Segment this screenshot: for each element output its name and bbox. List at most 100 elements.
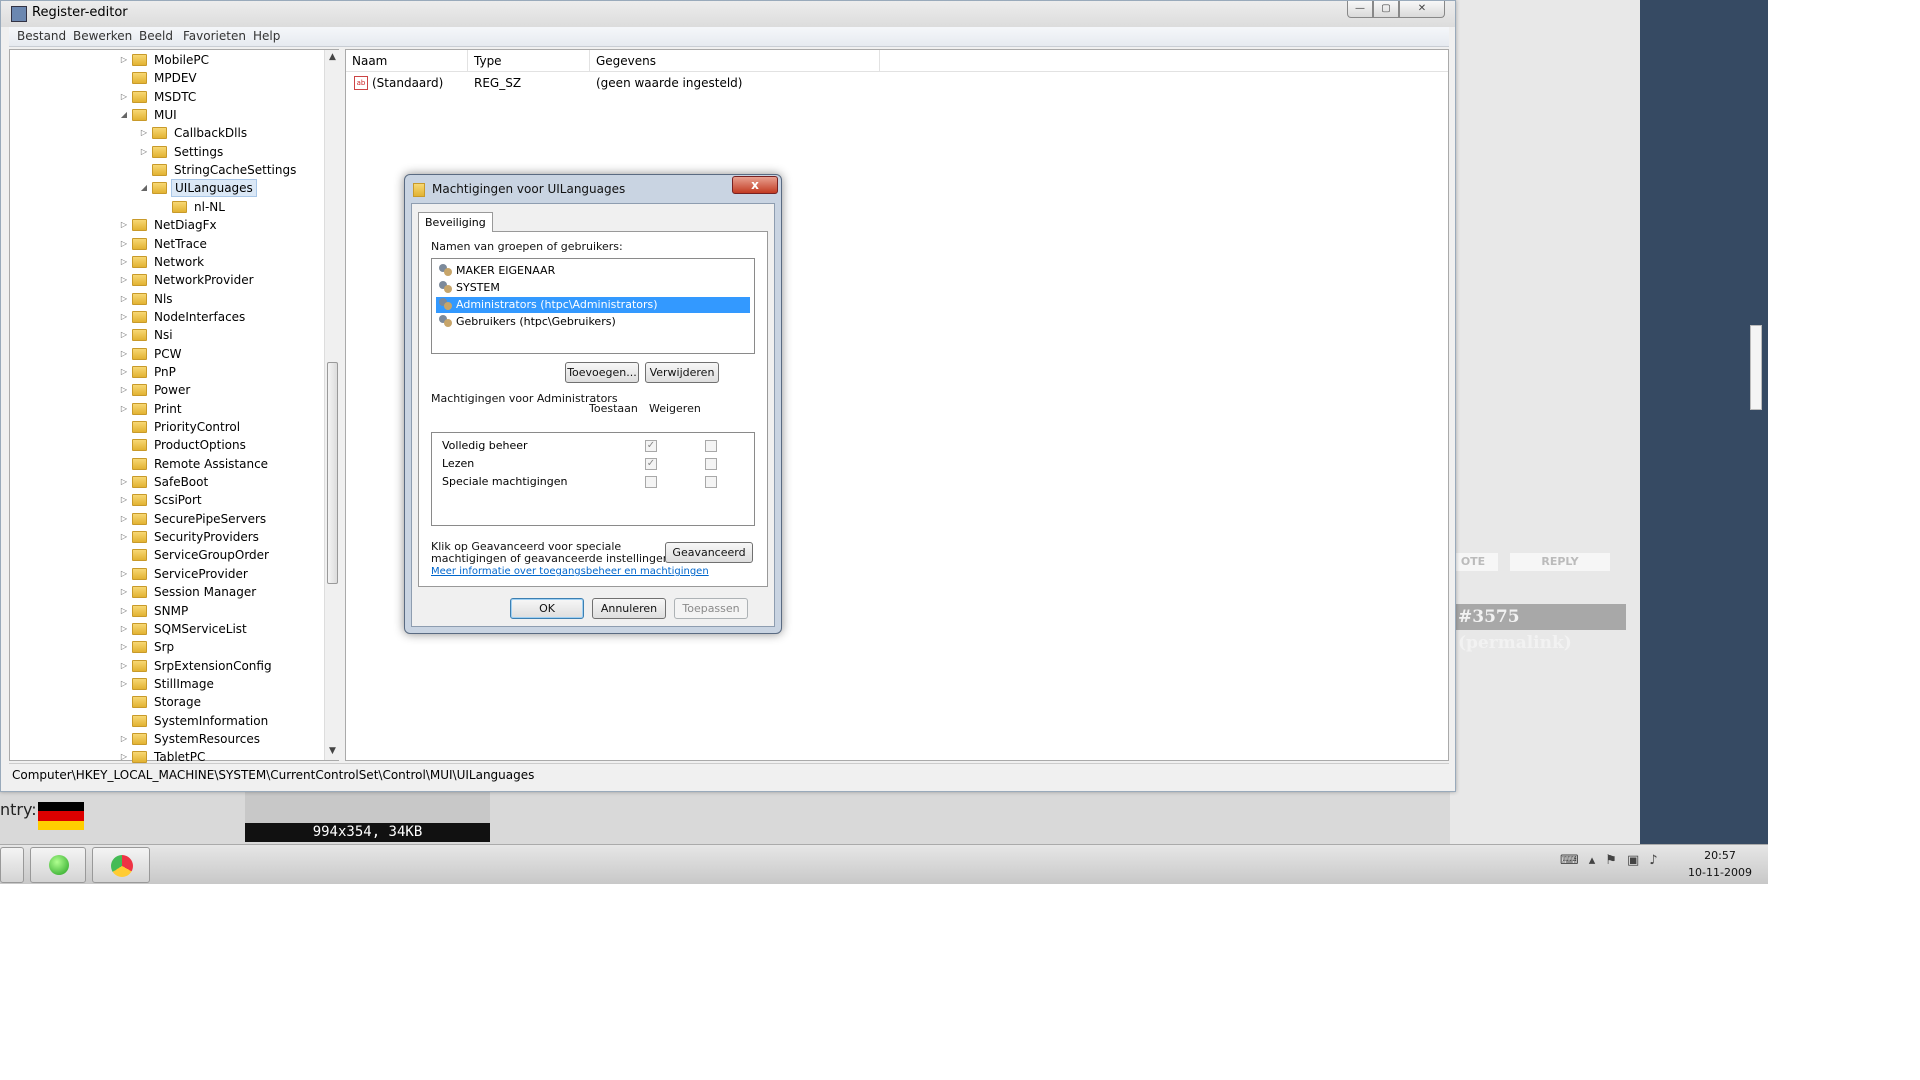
tree-node[interactable]: PriorityControl [118, 418, 243, 436]
tree-node[interactable]: ▷ SecurityProviders [118, 528, 262, 546]
scroll-down-icon[interactable]: ▼ [327, 746, 338, 756]
tree-node[interactable]: ▷ MSDTC [118, 88, 199, 106]
permission-allow-checkbox[interactable]: ✓ [645, 440, 657, 452]
tree-node[interactable]: StringCacheSettings [138, 161, 299, 179]
tree-node[interactable]: ServiceGroupOrder [118, 546, 272, 564]
tree-node[interactable]: ProductOptions [118, 436, 249, 454]
background-scrollbar[interactable] [1750, 325, 1762, 410]
volume-icon[interactable]: ♪ [1649, 853, 1667, 868]
explorer-taskbar-button[interactable] [0, 847, 24, 883]
tree-node[interactable]: SystemInformation [118, 712, 271, 730]
user-list-item[interactable]: MAKER EIGENAAR [436, 263, 750, 279]
collapse-arrow-icon[interactable]: ◢ [118, 106, 130, 124]
tree-node[interactable]: ▷ SrpExtensionConfig [118, 657, 275, 675]
permission-deny-checkbox[interactable] [705, 476, 717, 488]
tree-node[interactable]: Remote Assistance [118, 455, 271, 473]
tree-node[interactable]: ▷ NodeInterfaces [118, 308, 248, 326]
scroll-up-icon[interactable]: ▲ [327, 52, 338, 62]
close-button[interactable]: ✕ [1399, 1, 1445, 18]
tree-node[interactable]: ▷ Nsi [118, 326, 176, 344]
tree-node[interactable]: ▷ StillImage [118, 675, 217, 693]
cancel-button[interactable]: Annuleren [592, 598, 666, 619]
expand-arrow-icon[interactable]: ▷ [118, 510, 130, 528]
permalink-link[interactable]: #3575 (permalink) [1452, 604, 1626, 653]
tree-node[interactable]: ▷ PCW [118, 345, 184, 363]
tree-scrollbar[interactable]: ▲ ▼ [324, 50, 339, 760]
apply-button[interactable]: Toepassen [674, 598, 748, 619]
tree-node[interactable]: ▷ MobilePC [118, 51, 212, 69]
expand-arrow-icon[interactable]: ▷ [118, 326, 130, 344]
reply-button[interactable]: REPLY [1510, 553, 1610, 571]
column-header-data[interactable]: Gegevens [590, 50, 880, 72]
expand-arrow-icon[interactable]: ▷ [118, 51, 130, 69]
tree-node[interactable]: ▷ Settings [138, 143, 226, 161]
expand-arrow-icon[interactable]: ▷ [118, 271, 130, 289]
taskbar-clock[interactable]: 20:57 10-11-2009 [1680, 847, 1760, 881]
tree-node[interactable]: ▷ SecurePipeServers [118, 510, 269, 528]
expand-arrow-icon[interactable]: ▷ [118, 675, 130, 693]
tree-node[interactable]: MPDEV [118, 69, 200, 87]
tree-node[interactable]: ▷ Network [118, 253, 207, 271]
registry-key-tree[interactable]: ▷ MobilePC MPDEV ▷ MSDTC ◢ MUI ▷ CallbackDlls ▷ Se… [9, 49, 339, 764]
expand-arrow-icon[interactable]: ▷ [118, 602, 130, 620]
tree-node[interactable]: ▷ Print [118, 400, 185, 418]
tree-node[interactable]: ◢ MUI [118, 106, 180, 124]
tray-expand-icon[interactable]: ▴ [1589, 853, 1606, 868]
expand-arrow-icon[interactable]: ▷ [118, 253, 130, 271]
user-list-item[interactable]: Gebruikers (htpc\Gebruikers) [436, 314, 750, 330]
expand-arrow-icon[interactable]: ▷ [118, 638, 130, 656]
column-header-name[interactable]: Naam [346, 50, 468, 72]
menu-beeld[interactable]: Beeld [139, 29, 173, 43]
tree-node[interactable]: nl-NL [158, 198, 228, 216]
expand-arrow-icon[interactable]: ▷ [118, 345, 130, 363]
expand-arrow-icon[interactable]: ▷ [118, 308, 130, 326]
taskbar-app-button[interactable] [30, 847, 86, 883]
permission-allow-checkbox[interactable]: ✓ [645, 458, 657, 470]
expand-arrow-icon[interactable]: ▷ [118, 216, 130, 234]
column-header-type[interactable]: Type [468, 50, 590, 72]
tree-node[interactable]: ▷ SQMServiceList [118, 620, 250, 638]
minimize-button[interactable]: — [1347, 1, 1373, 18]
tree-node[interactable]: ▷ NetTrace [118, 235, 210, 253]
collapse-arrow-icon[interactable]: ◢ [138, 179, 150, 197]
tree-node[interactable]: ▷ SystemResources [118, 730, 263, 748]
image-thumbnail[interactable]: 994x354, 34KB [245, 787, 490, 842]
expand-arrow-icon[interactable]: ▷ [118, 88, 130, 106]
window-titlebar[interactable]: Register-editor — ▢ ✕ [1, 1, 1455, 27]
expand-arrow-icon[interactable]: ▷ [118, 528, 130, 546]
expand-arrow-icon[interactable]: ▷ [118, 381, 130, 399]
expand-arrow-icon[interactable]: ▷ [118, 620, 130, 638]
menu-bewerken[interactable]: Bewerken [73, 29, 132, 43]
tree-node[interactable]: ▷ SNMP [118, 602, 191, 620]
tree-node[interactable]: ◢ UILanguages [138, 179, 257, 198]
expand-arrow-icon[interactable]: ▷ [118, 473, 130, 491]
tree-node[interactable]: ▷ CallbackDlls [138, 124, 250, 142]
tree-node[interactable]: ▷ NetworkProvider [118, 271, 257, 289]
tree-node[interactable]: ▷ ScsiPort [118, 491, 205, 509]
expand-arrow-icon[interactable]: ▷ [118, 235, 130, 253]
tree-node[interactable]: ▷ SafeBoot [118, 473, 211, 491]
menu-bestand[interactable]: Bestand [17, 29, 66, 43]
expand-arrow-icon[interactable]: ▷ [118, 491, 130, 509]
tree-node[interactable]: ▷ Srp [118, 638, 177, 656]
expand-arrow-icon[interactable]: ▷ [118, 583, 130, 601]
keyboard-icon[interactable]: ⌨ [1560, 853, 1589, 868]
menu-help[interactable]: Help [253, 29, 280, 43]
tree-node[interactable]: ▷ Power [118, 381, 193, 399]
expand-arrow-icon[interactable]: ▷ [138, 143, 150, 161]
permission-deny-checkbox[interactable] [705, 458, 717, 470]
tree-scrollbar-thumb[interactable] [327, 362, 338, 584]
ok-button[interactable]: OK [510, 598, 584, 619]
expand-arrow-icon[interactable]: ▷ [118, 657, 130, 675]
permission-allow-checkbox[interactable] [645, 476, 657, 488]
add-user-button[interactable]: Toevoegen... [565, 362, 639, 383]
maximize-button[interactable]: ▢ [1373, 1, 1399, 18]
expand-arrow-icon[interactable]: ▷ [118, 400, 130, 418]
tree-node[interactable]: Storage [118, 693, 204, 711]
tree-node[interactable]: ▷ ServiceProvider [118, 565, 251, 583]
tree-node[interactable]: ▷ PnP [118, 363, 179, 381]
browser-taskbar-button[interactable] [92, 847, 150, 883]
advanced-button[interactable]: Geavanceerd [665, 542, 753, 563]
permission-deny-checkbox[interactable] [705, 440, 717, 452]
expand-arrow-icon[interactable]: ▷ [118, 730, 130, 748]
